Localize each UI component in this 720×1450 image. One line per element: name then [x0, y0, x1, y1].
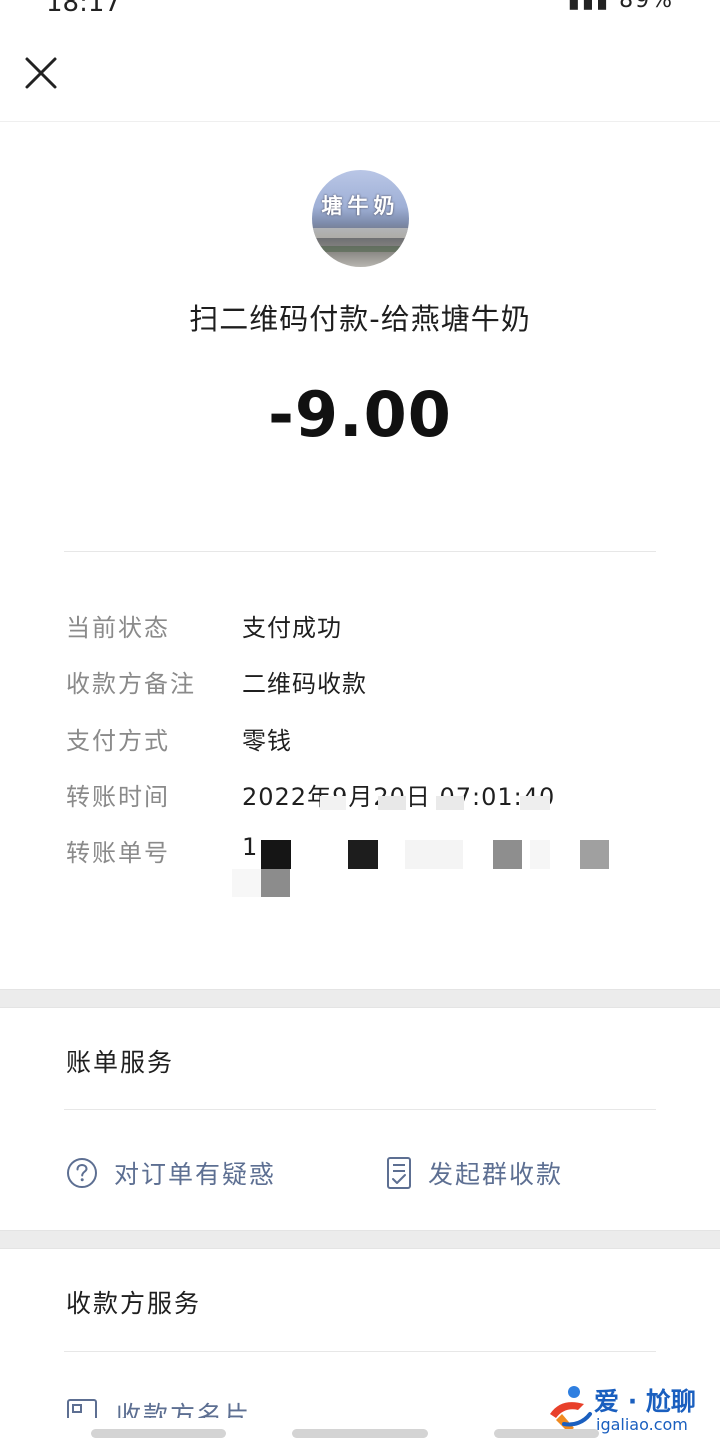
- payment-method-value: 零钱: [242, 727, 292, 755]
- order-question-label: 对订单有疑惑: [114, 1160, 277, 1189]
- order-question-button[interactable]: 对订单有疑惑: [66, 1155, 276, 1191]
- amount-divider: [64, 551, 656, 552]
- close-icon: [25, 57, 57, 89]
- section-separator: [0, 989, 720, 1008]
- question-circle-icon: [66, 1157, 98, 1189]
- merchant-avatar: 塘牛奶: [312, 170, 409, 267]
- group-collect-button[interactable]: 发起群收款: [386, 1155, 563, 1191]
- transfer-number-label: 转账单号: [66, 839, 170, 867]
- payment-amount: -9.00: [268, 378, 452, 451]
- bill-services-divider: [64, 1109, 656, 1110]
- payee-note-value: 二维码收款: [242, 670, 367, 698]
- battery-level: 89%: [619, 0, 674, 13]
- redacted-time-patch: [320, 772, 550, 810]
- document-check-icon: [386, 1156, 412, 1190]
- payment-method-label: 支付方式: [66, 727, 170, 755]
- transfer-time-label: 转账时间: [66, 783, 170, 811]
- topbar-divider: [0, 121, 720, 122]
- status-bar: 18:17 ▮▮▮ 89%: [0, 0, 720, 20]
- watermark-url: igaliao.com: [596, 1415, 688, 1434]
- nav-bar-home[interactable]: [292, 1429, 428, 1438]
- card-icon: [66, 1398, 98, 1418]
- signal-icon: ▮▮▮: [567, 0, 611, 13]
- payee-services-title: 收款方服务: [66, 1289, 202, 1318]
- nav-bar-recents[interactable]: [494, 1429, 599, 1438]
- watermark-title: 爱 · 尬聊: [594, 1387, 696, 1416]
- section-separator: [0, 1230, 720, 1249]
- bill-services-title: 账单服务: [66, 1048, 175, 1077]
- status-label: 当前状态: [66, 614, 170, 642]
- payee-services-divider: [64, 1351, 656, 1352]
- status-time: 18:17: [46, 0, 121, 18]
- redacted-transfer-number: [230, 820, 650, 910]
- nav-bar-back[interactable]: [91, 1429, 226, 1438]
- avatar-text: 塘牛奶: [321, 194, 400, 218]
- status-value: 支付成功: [242, 614, 342, 642]
- payee-note-label: 收款方备注: [66, 670, 196, 698]
- status-icons: ▮▮▮ 89%: [568, 0, 674, 13]
- payee-card-button[interactable]: 收款方名片: [66, 1398, 366, 1418]
- payee-card-label: 收款方名片: [116, 1401, 252, 1418]
- group-collect-label: 发起群收款: [428, 1160, 564, 1189]
- merchant-title: 扫二维码付款-给燕塘牛奶: [189, 302, 531, 336]
- close-button[interactable]: [22, 54, 60, 92]
